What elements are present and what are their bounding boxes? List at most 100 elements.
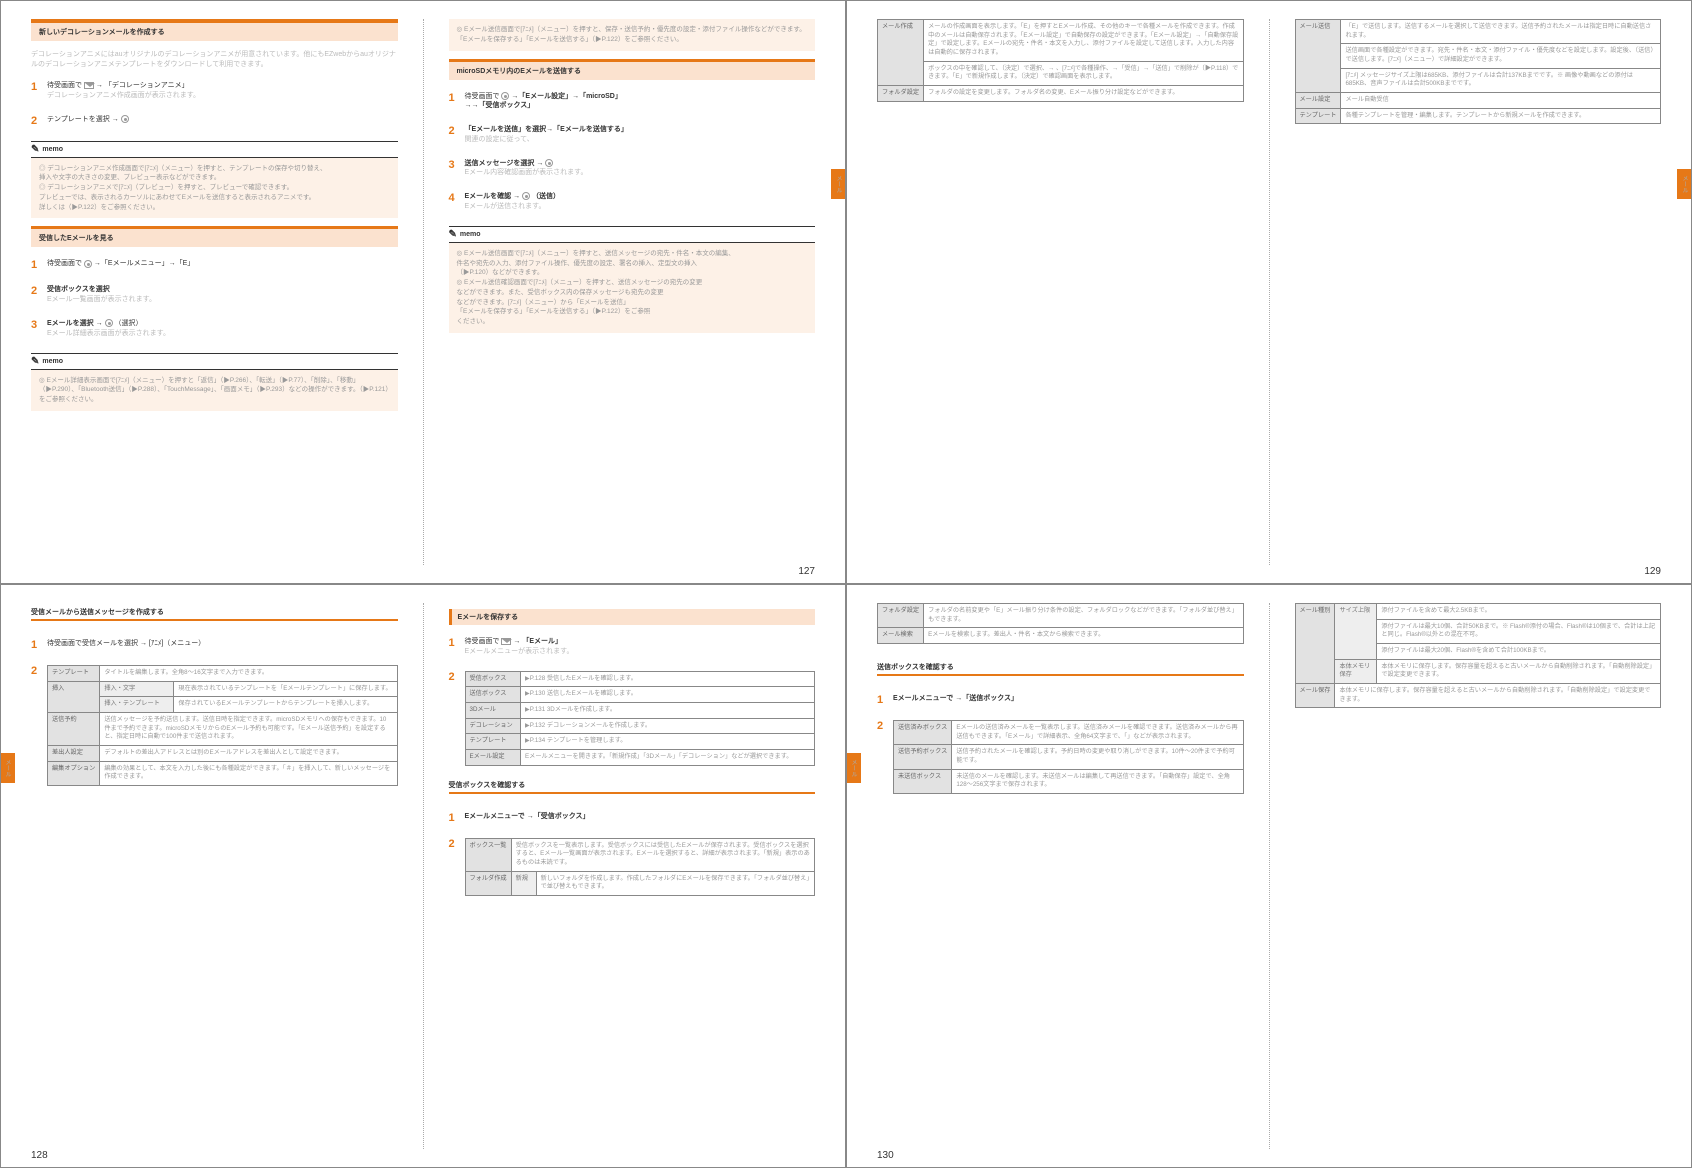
row-body: ボックスの中を確認して、（決定）で選択、→ 、[ｱﾆﾒ]で各種操作、→「受信」→… [924, 61, 1243, 85]
row-body: 送信画面で各種設定ができます。宛先・件名・本文・添付ファイル・優先度などを設定し… [1341, 44, 1661, 68]
row-body: 各種テンプレートを管理・編集します。テンプレートから新規メールを作成できます。 [1341, 108, 1661, 124]
step-text: 待受画面で [47, 82, 82, 89]
row-body: メールの作成画面を表示します。「E」を押すとEメール作成、その他のキーで各種メー… [924, 20, 1243, 62]
sent-table: 送信済みボックスEメールの送信済みメールを一覧表示します。送信済みメールを確認で… [893, 720, 1244, 794]
memo-body: ◎ Eメール詳細表示画面で[ｱﾆﾒ]（メニュー）を押すと「返信」（▶P.266）… [31, 370, 398, 411]
step-c4: 4 Eメールを確認 （送信） Eメールが送信されます。 [449, 192, 816, 212]
step-note: Eメールが送信されます。 [465, 202, 816, 212]
page-number: 129 [1644, 566, 1661, 577]
page-128: メール 受信メールから送信メッセージを作成する 1 待受画面で受信メールを選択 … [0, 584, 846, 1168]
row-body: [ｱﾆﾒ] メッセージサイズ上限は685KB、添付ファイルは合計137KBまでで… [1341, 68, 1661, 92]
step-text: 待受画面で受信メールを選択 → [ｱﾆﾒ]（メニュー） [47, 639, 398, 651]
note-box: ◎ Eメール送信画面で[ｱﾆﾒ]（メニュー）を押すと、保存・送信予約・優先度の設… [449, 19, 816, 51]
memo-body: ◎ デコレーションアニメ作成画面で[ｱﾆﾒ]（メニュー）を押すと、テンプレートの… [31, 158, 398, 219]
tab-label: メール [849, 759, 858, 777]
step-r1: 1 待受画面で 「Eメール」 Eメールメニューが表示されます。 [449, 637, 816, 657]
heading-inbox: 受信ボックスを確認する [449, 780, 816, 794]
step-text: 待受画面で [465, 93, 500, 100]
memo-block-2: memo ◎ Eメール詳細表示画面で[ｱﾆﾒ]（メニュー）を押すと「返信」（▶P… [31, 353, 398, 411]
step-note: 関連の設定に従って、 [465, 135, 816, 145]
step-b2: 2 受信ボックスを選択 Eメール一覧画面が表示されます。 [31, 285, 398, 305]
page-130: メール フォルダ設定フォルダの名前変更や「E」メール振り分け条件の設定、フォルダ… [846, 584, 1692, 1168]
heading-view-email: 受信したEメールを見る [31, 226, 398, 247]
row-label: フォルダ設定 [878, 86, 924, 102]
step-text: 送信メッセージを選択 [465, 160, 535, 167]
step-note: Eメール一覧画面が表示されます。 [47, 295, 398, 305]
step-text: 待受画面で [47, 260, 82, 267]
step-2: 2 送信済みボックスEメールの送信済みメールを一覧表示します。送信済みメールを確… [877, 720, 1244, 794]
page-129: メール メール作成 メールの作成画面を表示します。「E」を押すとEメール作成、そ… [846, 0, 1692, 584]
step-note: デコレーションアニメ作成画面が表示されます。 [47, 91, 398, 101]
memo-heading: memo [31, 141, 398, 158]
right-column: メール送信 「E」で送信します。送信するメールを選択して送信できます。送信予約さ… [1295, 19, 1662, 565]
step-tail: （送信） [532, 193, 560, 200]
intro-text: デコレーションアニメにはauオリジナルのデコレーションアニメが用意されています。… [31, 49, 398, 69]
column-separator [423, 603, 424, 1149]
size-table: メール種別 サイズ上限 添付ファイルを含めて最大2.5KBまで。 添付ファイルは… [1295, 603, 1662, 708]
step-number: 1 [31, 81, 41, 101]
mail-icon [501, 638, 511, 645]
mail-icon [84, 82, 94, 89]
memo-heading: memo [449, 226, 816, 243]
memo-body: ◎ Eメール送信画面で[ｱﾆﾒ]（メニュー）を押すと、送信メッセージの宛先・件名… [449, 243, 816, 333]
left-column: フォルダ設定フォルダの名前変更や「E」メール振り分け条件の設定、フォルダロックな… [877, 603, 1244, 1149]
step-d2: 2 ボックス一覧受信ボックスを一覧表示します。受信ボックスには受信したEメールが… [449, 838, 816, 896]
heading-save-email: Eメールを保存する [449, 609, 816, 625]
tab-label: メール [1680, 175, 1689, 193]
heading-reply: 受信メールから送信メッセージを作成する [31, 607, 398, 621]
arrow-icon [465, 102, 472, 109]
step-c1: 1 待受画面で →「Eメール設定」→「microSD」 →「受信ボックス」 [449, 92, 816, 112]
step-text: Eメールメニューで →「送信ボックス」 [893, 695, 1018, 702]
step-c2: 2 「Eメールを送信」を選択→「Eメールを送信する」 関連の設定に従って、 [449, 125, 816, 145]
step-b3: 3 Eメールを選択 （選択） Eメール詳細表示画面が表示されます。 [31, 319, 398, 339]
center-key-icon [522, 192, 530, 200]
page-number: 127 [798, 566, 815, 577]
menu-table: 受信ボックス▶P.128 受信したEメールを確認します。 送信ボックス▶P.13… [465, 671, 816, 766]
arrow-icon [96, 320, 103, 327]
page-number: 130 [877, 1150, 894, 1161]
arrow-icon [513, 638, 520, 645]
step-tail: →「Eメール設定」→「microSD」 [511, 93, 621, 100]
arrow-icon [96, 82, 103, 89]
center-key-icon [501, 92, 509, 100]
right-column: メール種別 サイズ上限 添付ファイルを含めて最大2.5KBまで。 添付ファイルは… [1295, 603, 1662, 1149]
step-2: 2 テンプレートを選択 [31, 115, 398, 127]
step-note: Eメールメニューが表示されます。 [465, 647, 816, 657]
center-key-icon [105, 319, 113, 327]
inbox-table: ボックス一覧受信ボックスを一覧表示します。受信ボックスには受信したEメールが保存… [465, 838, 816, 896]
center-key-icon [84, 260, 92, 268]
step-note: Eメール詳細表示画面が表示されます。 [47, 329, 398, 339]
arrow-icon [112, 116, 119, 123]
row-body: メール自動受信 [1341, 93, 1661, 109]
memo-heading: memo [31, 353, 398, 370]
right-column: Eメールを保存する 1 待受画面で 「Eメール」 Eメールメニューが表示されます… [449, 603, 816, 1149]
heading-microsd: microSDメモリ内のEメールを送信する [449, 59, 816, 80]
row-body: 「E」で送信します。送信するメールを選択して送信できます。送信予約されたメールは… [1341, 20, 1661, 44]
step-text: 「Eメールを送信」を選択→「Eメールを送信する」 [465, 126, 628, 133]
row-label: メール設定 [1295, 93, 1341, 109]
left-column: メール作成 メールの作成画面を表示します。「E」を押すとEメール作成、その他のキ… [877, 19, 1244, 565]
step-2: 2 テンプレートタイトルを編集します。全角8～16文字まで入力できます。 挿入挿… [31, 665, 398, 786]
step-text: Eメールを確認 [465, 193, 512, 200]
step-text: Eメールを選択 [47, 320, 94, 327]
cont-table: フォルダ設定フォルダの名前変更や「E」メール振り分け条件の設定、フォルダロックな… [877, 603, 1244, 644]
right-column: ◎ Eメール送信画面で[ｱﾆﾒ]（メニュー）を押すと、保存・送信予約・優先度の設… [449, 19, 816, 565]
step-tail2: →「受信ボックス」 [472, 102, 535, 109]
step-tail: （選択） [115, 320, 143, 327]
heading-sentbox: 送信ボックスを確認する [877, 662, 1244, 676]
step-text: 受信ボックスを選択 [47, 286, 110, 293]
arrow-icon [536, 160, 543, 167]
step-tail: 「デコレーションアニメ」 [105, 82, 189, 89]
tab-label: メール [3, 759, 12, 777]
left-column: 新しいデコレーションメールを作成する デコレーションアニメにはauオリジナルのデ… [31, 19, 398, 565]
tab-label: メール [834, 175, 843, 193]
step-1: 1 待受画面で受信メールを選択 → [ｱﾆﾒ]（メニュー） [31, 639, 398, 651]
column-separator [1269, 19, 1270, 565]
column-separator [1269, 603, 1270, 1149]
center-key-icon [545, 159, 553, 167]
memo-block-3: memo ◎ Eメール送信画面で[ｱﾆﾒ]（メニュー）を押すと、送信メッセージの… [449, 226, 816, 333]
step-b1: 1 待受画面で →「Eメールメニュー」→「E」 [31, 259, 398, 271]
step-1: 1 待受画面で 「デコレーションアニメ」 デコレーションアニメ作成画面が表示され… [31, 81, 398, 101]
step-d1: 1 Eメールメニューで →「受信ボックス」 [449, 812, 816, 824]
step-text: テンプレートを選択 [47, 116, 110, 123]
